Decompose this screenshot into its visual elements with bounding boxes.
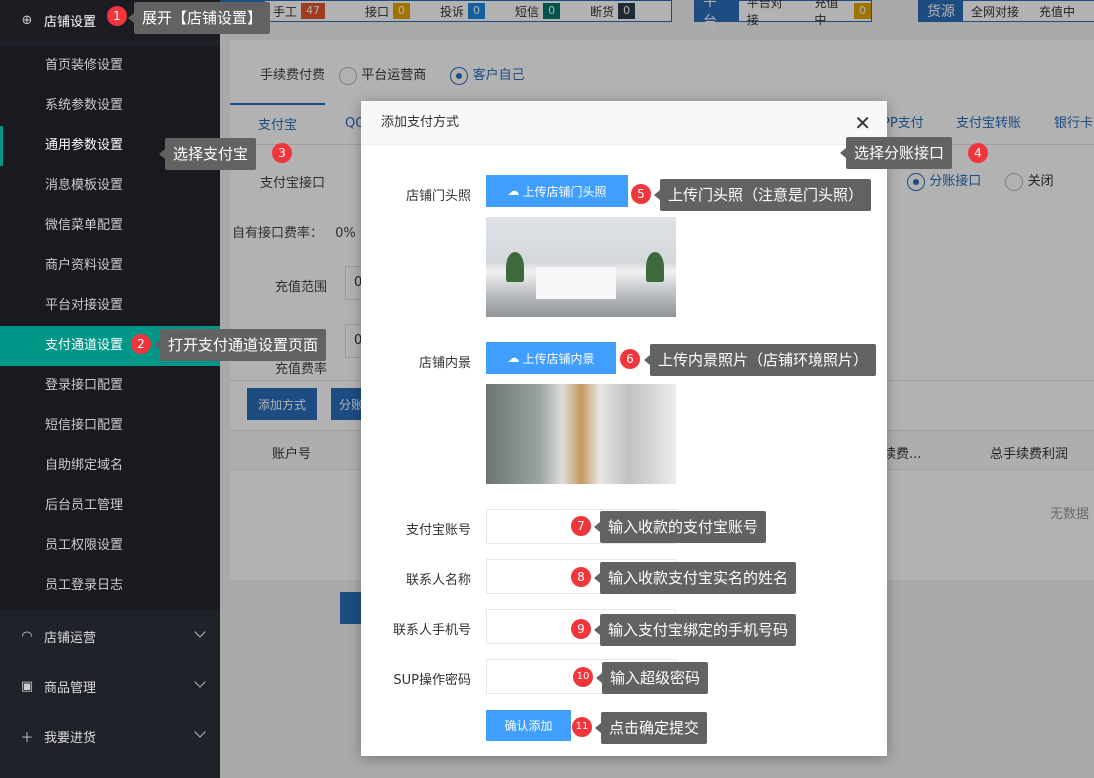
contact-phone-label: 联系人手机号 <box>392 623 471 638</box>
sidebar-item-bind-domain[interactable]: 自助绑定域名 <box>0 446 220 486</box>
alipay-account-label: 支付宝账号 <box>405 523 471 538</box>
sidebar-item-staff-management[interactable]: 后台员工管理 <box>0 486 220 526</box>
step-tooltip: 打开支付通道设置页面 <box>153 329 327 361</box>
globe-icon: ⊕ <box>21 12 33 28</box>
step-badge: 10 <box>573 667 593 687</box>
step-tooltip: 输入超级密码 <box>595 662 709 694</box>
modal-title: 添加支付方式 <box>361 101 887 145</box>
cloud-upload-icon: ☁ <box>507 184 520 198</box>
step-badge: 3 <box>272 143 292 163</box>
cloud-upload-icon: ☁ <box>507 351 520 365</box>
submenu: 首页装修设置 系统参数设置 通用参数设置 消息模板设置 微信菜单配置 商户资料设… <box>0 46 220 610</box>
step-badge: 6 <box>620 349 640 369</box>
storefront-photo <box>486 217 676 317</box>
step-tooltip: 输入收款的支付宝账号 <box>593 511 767 543</box>
chevron-down-icon <box>194 676 206 688</box>
sup-password-label: SUP操作密码 <box>393 673 471 688</box>
upload-storefront-button[interactable]: ☁ 上传店铺门头照 <box>486 175 628 207</box>
step-badge: 4 <box>968 143 988 163</box>
step-tooltip: 点击确定提交 <box>594 712 708 744</box>
dashboard-icon: ◠ <box>21 628 33 644</box>
plus-icon: ＋ <box>20 730 34 746</box>
sidebar-item-sms-api[interactable]: 短信接口配置 <box>0 406 220 446</box>
sidebar-item-wechat-menu[interactable]: 微信菜单配置 <box>0 206 220 246</box>
sidebar-group-products[interactable]: ▣ 商品管理 <box>0 666 220 706</box>
sidebar-item-platform-link[interactable]: 平台对接设置 <box>0 286 220 326</box>
storefront-label: 店铺门头照 <box>405 189 471 204</box>
sidebar-group-label: 店铺运营 <box>44 630 97 646</box>
sidebar-group-label: 商品管理 <box>44 680 97 696</box>
sidebar-group-label: 店铺设置 <box>44 14 97 30</box>
step-tooltip: 展开【店铺设置】 <box>127 2 271 34</box>
contact-name-label: 联系人名称 <box>405 573 471 588</box>
sidebar-item-staff-permissions[interactable]: 员工权限设置 <box>0 526 220 566</box>
sidebar-group-store-ops[interactable]: ◠ 店铺运营 <box>0 616 220 656</box>
sidebar-item-login-api[interactable]: 登录接口配置 <box>0 366 220 406</box>
sidebar-item-staff-login-log[interactable]: 员工登录日志 <box>0 566 220 606</box>
step-badge: 5 <box>631 184 651 204</box>
interior-photo <box>486 384 676 484</box>
upload-interior-button[interactable]: ☁ 上传店铺内景 <box>486 342 616 374</box>
step-tooltip: 上传门头照（注意是门头照） <box>653 179 872 211</box>
step-badge: 11 <box>572 717 592 737</box>
apps-icon: ▣ <box>20 678 34 694</box>
chevron-down-icon <box>194 726 206 738</box>
chevron-down-icon <box>194 626 206 638</box>
interior-label: 店铺内景 <box>418 356 471 371</box>
step-tooltip: 选择支付宝 <box>158 138 257 170</box>
confirm-add-button[interactable]: 确认添加 <box>486 710 571 741</box>
step-badge: 9 <box>571 619 591 639</box>
sidebar-item-home-decor[interactable]: 首页装修设置 <box>0 46 220 86</box>
step-tooltip: 选择分账接口 <box>839 137 953 169</box>
sidebar: ⊕ 店铺设置 首页装修设置 系统参数设置 通用参数设置 消息模板设置 微信菜单配… <box>0 0 220 778</box>
step-tooltip: 输入收款支付宝实名的姓名 <box>593 562 797 594</box>
upload-storefront-label: 上传店铺门头照 <box>522 184 607 199</box>
step-tooltip: 输入支付宝绑定的手机号码 <box>593 614 797 646</box>
step-badge: 1 <box>107 6 127 26</box>
close-icon[interactable]: ✕ <box>854 111 871 135</box>
sidebar-group-purchase[interactable]: ＋ 我要进货 <box>0 716 220 756</box>
sidebar-group-label: 我要进货 <box>44 730 97 746</box>
upload-interior-label: 上传店铺内景 <box>522 351 595 366</box>
step-badge: 2 <box>131 334 151 354</box>
sidebar-item-message-templates[interactable]: 消息模板设置 <box>0 166 220 206</box>
step-badge: 8 <box>571 567 591 587</box>
step-badge: 7 <box>571 516 591 536</box>
sidebar-item-system-params[interactable]: 系统参数设置 <box>0 86 220 126</box>
step-tooltip: 上传内景照片（店铺环境照片） <box>643 344 877 376</box>
sidebar-item-merchant-info[interactable]: 商户资料设置 <box>0 246 220 286</box>
